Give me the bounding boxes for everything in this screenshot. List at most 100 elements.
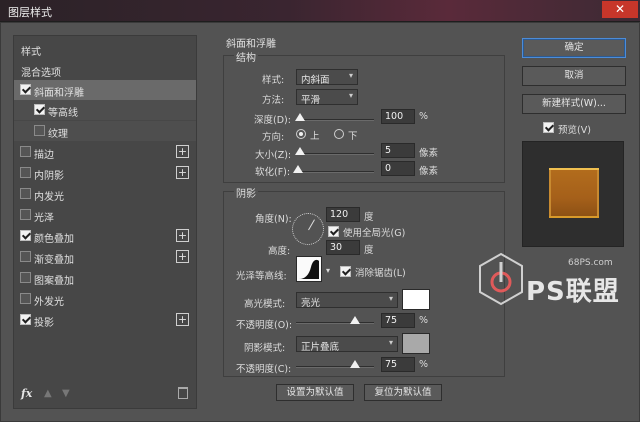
preview-label: 预览(V) bbox=[558, 125, 591, 136]
stroke-checkbox[interactable] bbox=[20, 146, 31, 157]
styles-list-footer: fx ▲ ▼ bbox=[14, 382, 196, 408]
angle-dial[interactable] bbox=[292, 213, 324, 245]
shading-title: 阴影 bbox=[234, 185, 258, 200]
shadow-opacity-track[interactable] bbox=[296, 366, 374, 368]
blending-options-label: 混合选项 bbox=[21, 68, 61, 79]
soften-unit: 像素 bbox=[419, 166, 439, 177]
direction-up-radio[interactable] bbox=[296, 129, 306, 139]
bevel-style-value: 内斜面 bbox=[301, 75, 330, 86]
add-drop-shadow-plus-icon[interactable]: + bbox=[176, 313, 189, 326]
highlight-mode-select[interactable]: 亮光 ▾ bbox=[296, 292, 398, 309]
style-item-inner-shadow[interactable]: 内阴影 + bbox=[14, 163, 196, 183]
styles-header[interactable]: 样式 bbox=[14, 39, 196, 59]
styles-list: 样式 混合选项 斜面和浮雕 等高线 纹理 描边 + 内阴影 + 内发光 光泽 颜… bbox=[13, 35, 197, 409]
contour-curve-icon bbox=[299, 259, 319, 279]
reset-default-button[interactable]: 复位为默认值 bbox=[364, 384, 442, 401]
angle-dial-hand bbox=[308, 219, 315, 231]
shadow-mode-select[interactable]: 正片叠底 ▾ bbox=[296, 336, 398, 353]
antialias-checkbox[interactable] bbox=[340, 266, 351, 277]
gradient-overlay-checkbox[interactable] bbox=[20, 251, 31, 262]
gloss-contour-label: 光泽等高线: bbox=[236, 271, 287, 282]
depth-slider-thumb[interactable] bbox=[295, 113, 305, 121]
size-slider-track[interactable] bbox=[296, 153, 374, 155]
size-input[interactable]: 5 bbox=[381, 143, 415, 158]
shadow-color-swatch[interactable] bbox=[402, 333, 430, 354]
highlight-mode-value: 亮光 bbox=[301, 298, 321, 309]
soften-label: 软化(F): bbox=[255, 167, 291, 178]
ok-button[interactable]: 确定 bbox=[522, 38, 626, 58]
chevron-down-icon: ▾ bbox=[348, 91, 353, 100]
depth-input[interactable]: 100 bbox=[381, 109, 415, 124]
gloss-contour-preview[interactable] bbox=[296, 256, 322, 282]
add-color-overlay-plus-icon[interactable]: + bbox=[176, 229, 189, 242]
style-item-stroke[interactable]: 描边 + bbox=[14, 142, 196, 162]
outer-glow-checkbox[interactable] bbox=[20, 293, 31, 304]
highlight-opacity-input[interactable]: 75 bbox=[381, 313, 415, 328]
style-item-color-overlay[interactable]: 颜色叠加 + bbox=[14, 226, 196, 246]
depth-slider-track[interactable] bbox=[296, 119, 374, 121]
size-label: 大小(Z): bbox=[255, 150, 292, 161]
blending-options[interactable]: 混合选项 bbox=[14, 60, 196, 80]
style-item-gradient-overlay[interactable]: 渐变叠加 + bbox=[14, 247, 196, 267]
global-light-checkbox[interactable] bbox=[328, 226, 339, 237]
inner-shadow-checkbox[interactable] bbox=[20, 167, 31, 178]
cancel-button[interactable]: 取消 bbox=[522, 66, 626, 86]
bevel-emboss-checkbox[interactable] bbox=[20, 84, 31, 95]
style-item-pattern-overlay[interactable]: 图案叠加 bbox=[14, 268, 196, 288]
size-slider-thumb[interactable] bbox=[295, 147, 305, 155]
style-label: 样式: bbox=[262, 75, 285, 86]
style-item-label: 斜面和浮雕 bbox=[34, 88, 84, 99]
style-item-drop-shadow[interactable]: 投影 + bbox=[14, 310, 196, 330]
highlight-opacity-thumb[interactable] bbox=[350, 316, 360, 324]
drop-shadow-checkbox[interactable] bbox=[20, 314, 31, 325]
close-button[interactable]: ✕ bbox=[602, 1, 638, 18]
shadow-mode-label: 阴影模式: bbox=[244, 343, 286, 354]
satin-checkbox[interactable] bbox=[20, 209, 31, 220]
style-item-texture[interactable]: 纹理 bbox=[14, 121, 196, 141]
shadow-opacity-input[interactable]: 75 bbox=[381, 357, 415, 372]
fx-icon[interactable]: fx bbox=[21, 387, 32, 400]
highlight-opacity-track[interactable] bbox=[296, 322, 374, 324]
direction-down-label: 下 bbox=[348, 131, 358, 142]
ps-logo-icon bbox=[478, 252, 524, 312]
gloss-contour-chevron-icon[interactable]: ▾ bbox=[326, 266, 330, 275]
soften-slider-thumb[interactable] bbox=[293, 165, 303, 173]
style-item-label: 内阴影 bbox=[34, 171, 64, 182]
trash-icon[interactable] bbox=[178, 387, 188, 399]
style-item-outer-glow[interactable]: 外发光 bbox=[14, 289, 196, 309]
color-overlay-checkbox[interactable] bbox=[20, 230, 31, 241]
style-item-bevel-emboss[interactable]: 斜面和浮雕 bbox=[14, 80, 196, 100]
texture-checkbox[interactable] bbox=[34, 125, 45, 136]
soften-slider-track[interactable] bbox=[296, 171, 374, 173]
contour-checkbox[interactable] bbox=[34, 104, 45, 115]
move-up-icon[interactable]: ▲ bbox=[44, 388, 52, 399]
angle-input[interactable]: 120 bbox=[326, 207, 360, 222]
soften-input[interactable]: 0 bbox=[381, 161, 415, 176]
bevel-style-select[interactable]: 内斜面 ▾ bbox=[296, 69, 358, 86]
method-select[interactable]: 平滑 ▾ bbox=[296, 89, 358, 106]
structure-title: 结构 bbox=[234, 49, 258, 64]
shadow-opacity-thumb[interactable] bbox=[350, 360, 360, 368]
move-down-icon[interactable]: ▼ bbox=[62, 388, 70, 399]
direction-label: 方向: bbox=[262, 132, 285, 143]
style-item-label: 等高线 bbox=[48, 108, 78, 119]
style-item-contour[interactable]: 等高线 bbox=[14, 100, 196, 120]
style-item-label: 外发光 bbox=[34, 297, 64, 308]
highlight-color-swatch[interactable] bbox=[402, 289, 430, 310]
depth-label: 深度(D): bbox=[254, 115, 291, 126]
direction-down-radio[interactable] bbox=[334, 129, 344, 139]
add-gradient-overlay-plus-icon[interactable]: + bbox=[176, 250, 189, 263]
angle-unit: 度 bbox=[364, 212, 374, 223]
style-item-inner-glow[interactable]: 内发光 bbox=[14, 184, 196, 204]
add-stroke-plus-icon[interactable]: + bbox=[176, 145, 189, 158]
make-default-button[interactable]: 设置为默认值 bbox=[276, 384, 354, 401]
preview-checkbox[interactable] bbox=[543, 122, 554, 133]
style-item-satin[interactable]: 光泽 bbox=[14, 205, 196, 225]
pattern-overlay-checkbox[interactable] bbox=[20, 272, 31, 283]
new-style-button[interactable]: 新建样式(W)... bbox=[522, 94, 626, 114]
altitude-input[interactable]: 30 bbox=[326, 240, 360, 255]
watermark-site: 68PS.com bbox=[568, 258, 613, 268]
inner-glow-checkbox[interactable] bbox=[20, 188, 31, 199]
style-item-label: 纹理 bbox=[48, 129, 68, 140]
add-inner-shadow-plus-icon[interactable]: + bbox=[176, 166, 189, 179]
